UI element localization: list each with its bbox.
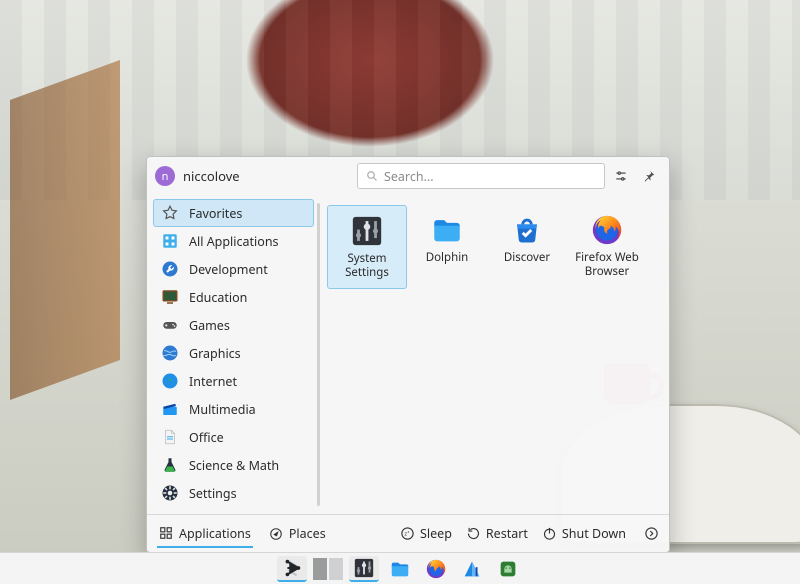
star-outline-icon: [161, 204, 179, 222]
power-icon: [542, 526, 557, 541]
folder-icon: [389, 558, 411, 580]
user-name-label: niccolove: [183, 167, 240, 185]
taskbar-panel: [0, 552, 800, 584]
settings-tile-icon: [350, 214, 384, 248]
restart-icon: [466, 526, 481, 541]
search-icon: [366, 170, 378, 182]
user-avatar[interactable]: n: [155, 166, 175, 186]
task-start[interactable]: [277, 556, 307, 582]
category-label: Office: [189, 429, 224, 446]
app-label: Dolphin: [426, 251, 469, 265]
globe-blue-icon: [161, 344, 179, 362]
category-label: System: [189, 513, 231, 515]
category-graphics[interactable]: Graphics: [153, 339, 314, 367]
svg-text:z: z: [408, 530, 410, 535]
settings-tile-icon: [353, 557, 375, 579]
category-development[interactable]: Development: [153, 255, 314, 283]
task-settings[interactable]: [349, 556, 379, 582]
search-input[interactable]: Search...: [357, 163, 605, 189]
globe-green-icon: [161, 372, 179, 390]
gear-dark-icon: [161, 484, 179, 502]
favorites-grid: System Settings Dolphin Discover Firefox We…: [321, 195, 669, 514]
kde-icon: [281, 557, 303, 579]
firefox-icon: [590, 213, 624, 247]
action-label: Sleep: [420, 525, 452, 542]
task-kate[interactable]: [457, 556, 487, 582]
monitor-icon: [161, 512, 179, 514]
restart-button[interactable]: Restart: [466, 525, 528, 542]
launcher-footer: Applications Places zz Sleep Restart Shu…: [147, 514, 669, 552]
tab-applications[interactable]: Applications: [157, 521, 253, 548]
tab-label: Places: [289, 525, 326, 542]
search-placeholder: Search...: [384, 168, 434, 185]
category-label: Settings: [189, 485, 237, 502]
category-label: Education: [189, 289, 247, 306]
bag-icon: [510, 213, 544, 247]
configure-button[interactable]: [609, 164, 633, 188]
document-icon: [161, 428, 179, 446]
more-button[interactable]: [644, 526, 659, 541]
category-label: Development: [189, 261, 268, 278]
action-label: Shut Down: [562, 525, 626, 542]
application-launcher: n niccolove Search... Favorites All Appli…: [146, 156, 670, 553]
category-science-math[interactable]: Science & Math: [153, 451, 314, 479]
category-games[interactable]: Games: [153, 311, 314, 339]
tab-places[interactable]: Places: [267, 521, 328, 546]
kate-icon: [461, 558, 483, 580]
category-sidebar: Favorites All Applications Development Educ…: [147, 195, 321, 514]
category-office[interactable]: Office: [153, 423, 314, 451]
category-all-applications[interactable]: All Applications: [153, 227, 314, 255]
task-firefox[interactable]: [421, 556, 451, 582]
category-label: All Applications: [189, 233, 279, 250]
gamepad-icon: [161, 316, 179, 334]
shutdown-button[interactable]: Shut Down: [542, 525, 626, 542]
category-internet[interactable]: Internet: [153, 367, 314, 395]
tab-label: Applications: [179, 525, 251, 542]
chevron-right-circle-icon: [644, 526, 659, 541]
app-firefox-web-browser[interactable]: Firefox Web Browser: [567, 205, 647, 289]
category-settings[interactable]: Settings: [153, 479, 314, 507]
category-label: Multimedia: [189, 401, 256, 418]
task-emulator[interactable]: [493, 556, 523, 582]
task-files[interactable]: [385, 556, 415, 582]
app-label: System Settings: [328, 252, 406, 280]
app-dolphin[interactable]: Dolphin: [407, 205, 487, 289]
app-discover[interactable]: Discover: [487, 205, 567, 289]
category-label: Internet: [189, 373, 237, 390]
blackboard-icon: [161, 288, 179, 306]
category-multimedia[interactable]: Multimedia: [153, 395, 314, 423]
category-label: Games: [189, 317, 230, 334]
sliders-icon: [614, 169, 628, 183]
firefox-icon: [425, 558, 447, 580]
category-label: Science & Math: [189, 457, 279, 474]
flask-icon: [161, 456, 179, 474]
category-education[interactable]: Education: [153, 283, 314, 311]
clapper-icon: [161, 400, 179, 418]
apps-grid-icon: [159, 526, 173, 540]
category-favorites[interactable]: Favorites: [153, 199, 314, 227]
sleep-icon: zz: [400, 526, 415, 541]
category-label: Favorites: [189, 205, 242, 222]
wrench-circle-icon: [161, 260, 179, 278]
app-label: Discover: [504, 251, 550, 265]
sleep-button[interactable]: zz Sleep: [400, 525, 452, 542]
pin-button[interactable]: [637, 164, 661, 188]
pin-icon: [642, 169, 656, 183]
folder-icon: [430, 213, 464, 247]
desktop-pager[interactable]: [313, 556, 343, 582]
launcher-header: n niccolove Search...: [147, 157, 669, 195]
compass-icon: [269, 527, 283, 541]
app-system-settings[interactable]: System Settings: [327, 205, 407, 289]
grid-icon: [161, 232, 179, 250]
action-label: Restart: [486, 525, 528, 542]
app-label: Firefox Web Browser: [567, 251, 647, 279]
category-system[interactable]: System: [153, 507, 314, 514]
android-icon: [497, 558, 519, 580]
category-label: Graphics: [189, 345, 241, 362]
